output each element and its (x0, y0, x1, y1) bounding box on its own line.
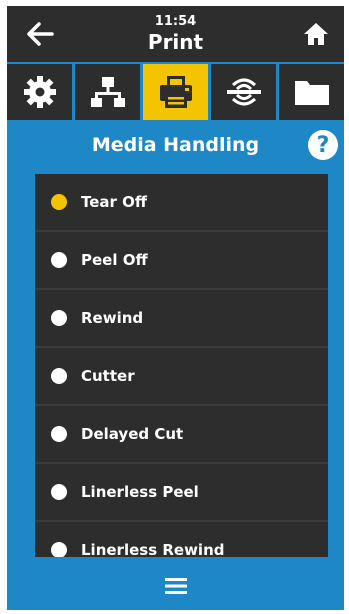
tab-connectivity[interactable] (211, 64, 276, 120)
option-label: Linerless Rewind (81, 541, 225, 557)
radio-icon[interactable] (51, 252, 67, 268)
gear-icon (23, 76, 56, 108)
option-label: Tear Off (81, 193, 148, 211)
option-label: Delayed Cut (81, 425, 184, 443)
hamburger-menu-icon (164, 578, 187, 594)
tab-network[interactable] (75, 64, 140, 120)
option-linerless-rewind[interactable]: Linerless Rewind (35, 522, 328, 557)
radio-icon[interactable] (51, 310, 67, 326)
home-icon[interactable] (302, 20, 330, 48)
category-tabs (7, 64, 344, 120)
wireless-icon (226, 78, 261, 106)
tab-settings[interactable] (7, 64, 72, 120)
option-cutter[interactable]: Cutter (35, 348, 328, 406)
help-button[interactable]: ? (308, 130, 338, 160)
menu-button[interactable] (7, 578, 344, 594)
tab-print[interactable] (143, 64, 208, 120)
network-icon (90, 77, 125, 107)
radio-icon[interactable] (51, 426, 67, 442)
option-delayed-cut[interactable]: Delayed Cut (35, 406, 328, 464)
option-tear-off[interactable]: Tear Off (35, 174, 328, 232)
top-bar: 11:54 Print (7, 6, 344, 62)
screen-frame: 11:54 Print Media Handling ? Tear Off Pe… (7, 6, 344, 610)
option-peel-off[interactable]: Peel Off (35, 232, 328, 290)
option-label: Cutter (81, 367, 135, 385)
option-label: Rewind (81, 309, 144, 327)
section-title: Media Handling (91, 134, 260, 156)
page-title: Print (147, 30, 204, 54)
printer-icon (159, 76, 192, 108)
tab-storage[interactable] (279, 64, 344, 120)
folder-icon (294, 81, 329, 105)
media-handling-options: Tear Off Peel Off Rewind Cutter Delayed … (35, 174, 328, 557)
option-label: Linerless Peel (81, 483, 199, 501)
option-linerless-peel[interactable]: Linerless Peel (35, 464, 328, 522)
radio-icon[interactable] (51, 484, 67, 500)
option-label: Peel Off (81, 251, 148, 269)
radio-selected-icon[interactable] (51, 194, 67, 210)
option-rewind[interactable]: Rewind (35, 290, 328, 348)
radio-icon[interactable] (51, 542, 67, 557)
radio-icon[interactable] (51, 368, 67, 384)
clock-time: 11:54 (154, 14, 197, 29)
